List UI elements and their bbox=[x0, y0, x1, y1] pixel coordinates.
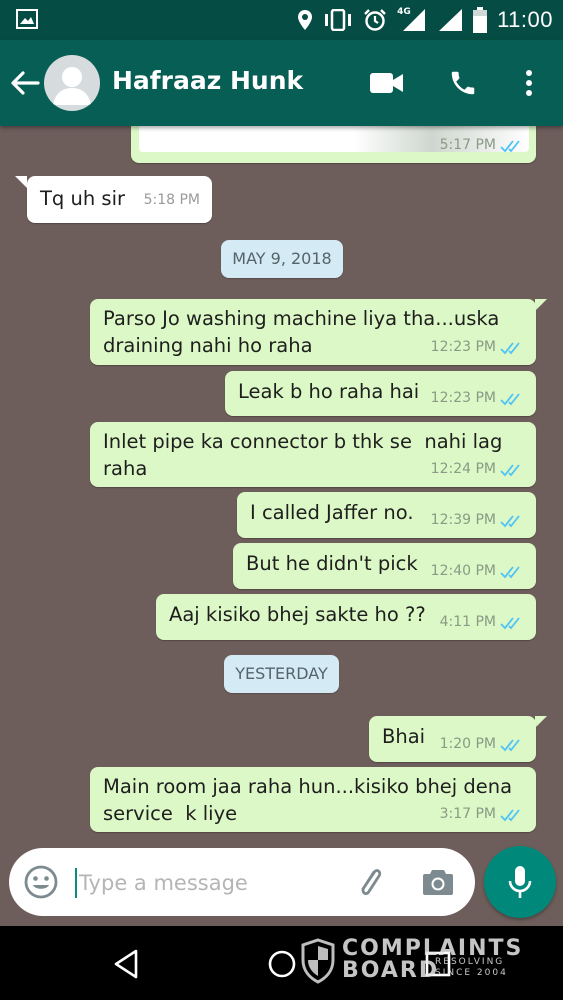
message-meta: 1:20 PM bbox=[440, 731, 524, 758]
message-time: 12:24 PM bbox=[430, 461, 496, 477]
bubble-tail bbox=[15, 176, 27, 188]
message-text: Leak b ho raha hai bbox=[238, 380, 420, 403]
message-time: 5:17 PM bbox=[439, 137, 496, 153]
message-bubble-outgoing[interactable]: Leak b ho raha hai 12:23 PM bbox=[225, 371, 536, 416]
back-arrow-icon[interactable] bbox=[8, 66, 42, 100]
voice-record-button[interactable] bbox=[484, 846, 556, 918]
nav-back-icon[interactable] bbox=[108, 946, 144, 982]
message-list[interactable]: 5:17 PM Tq uh sir 5:18 PM MAY 9, 2018 Pa… bbox=[0, 126, 563, 846]
message-time: 1:20 PM bbox=[439, 736, 496, 752]
message-meta: 5:17 PM bbox=[440, 132, 524, 159]
message-time: 12:39 PM bbox=[430, 512, 496, 528]
nav-home-icon[interactable] bbox=[264, 946, 300, 982]
status-bar: 4G 11:00 bbox=[0, 0, 563, 40]
more-vert-icon bbox=[526, 70, 532, 96]
message-text: Tq uh sir bbox=[40, 187, 125, 210]
clock: 11:00 bbox=[497, 7, 553, 32]
message-time: 5:18 PM bbox=[143, 192, 200, 208]
more-options-button[interactable] bbox=[510, 64, 548, 102]
message-bubble-outgoing[interactable]: 5:17 PM bbox=[131, 126, 536, 163]
date-divider: MAY 9, 2018 bbox=[221, 240, 343, 278]
double-check-icon bbox=[500, 616, 520, 629]
double-check-icon bbox=[500, 514, 520, 527]
message-time: 12:40 PM bbox=[430, 563, 496, 579]
message-bubble-outgoing[interactable]: Aaj kisiko bhej sakte ho ?? 4:11 PM bbox=[156, 594, 536, 640]
double-check-icon bbox=[500, 463, 520, 476]
message-time: 12:23 PM bbox=[430, 339, 496, 355]
vibrate-icon bbox=[325, 9, 352, 31]
message-bubble-outgoing[interactable]: Bhai 1:20 PM bbox=[369, 716, 536, 762]
text-cursor bbox=[75, 868, 77, 898]
message-bubble-outgoing[interactable]: Main room jaa raha hun...kisiko bhej den… bbox=[90, 767, 536, 832]
message-meta: 3:17 PM bbox=[440, 801, 524, 828]
watermark-line2: BOARD bbox=[342, 958, 440, 983]
microphone-icon bbox=[508, 866, 532, 898]
message-input[interactable] bbox=[79, 866, 339, 900]
date-divider: YESTERDAY bbox=[224, 655, 339, 693]
message-bubble-outgoing[interactable]: Parso Jo washing machine liya tha...uska… bbox=[90, 299, 536, 365]
message-text: I called Jaffer no. bbox=[250, 501, 414, 524]
shield-logo-icon bbox=[301, 938, 335, 984]
complaints-board-watermark: COMPLAINTS BOARD RESOLVING SINCE 2004 bbox=[300, 936, 530, 992]
phone-icon bbox=[451, 71, 475, 95]
message-meta: 12:40 PM bbox=[431, 558, 524, 585]
alarm-icon bbox=[364, 9, 386, 31]
video-call-icon bbox=[370, 73, 403, 93]
double-check-icon bbox=[500, 808, 520, 821]
emoji-icon[interactable] bbox=[23, 864, 59, 900]
message-bubble-incoming[interactable]: Tq uh sir 5:18 PM bbox=[27, 176, 212, 223]
message-text: Aaj kisiko bhej sakte ho ?? bbox=[169, 603, 426, 626]
voice-call-button[interactable] bbox=[444, 64, 482, 102]
message-time: 3:17 PM bbox=[439, 806, 496, 822]
double-check-icon bbox=[500, 139, 520, 152]
message-meta: 12:39 PM bbox=[431, 507, 524, 534]
watermark-tagline: RESOLVING SINCE 2004 bbox=[435, 957, 508, 978]
message-composer bbox=[9, 848, 475, 916]
bubble-tail bbox=[535, 299, 547, 311]
signal-icon bbox=[439, 9, 463, 31]
message-meta: 12:23 PM bbox=[431, 334, 524, 361]
message-bubble-outgoing[interactable]: I called Jaffer no. 12:39 PM bbox=[237, 492, 536, 538]
double-check-icon bbox=[500, 392, 520, 405]
attach-icon[interactable] bbox=[353, 865, 387, 899]
double-check-icon bbox=[500, 565, 520, 578]
message-meta: 12:23 PM bbox=[431, 385, 524, 412]
bubble-tail bbox=[535, 716, 547, 728]
signal-icon: 4G bbox=[397, 7, 427, 33]
video-call-button[interactable] bbox=[368, 64, 406, 102]
location-icon bbox=[298, 10, 313, 30]
message-text: But he didn't pick bbox=[246, 552, 418, 575]
message-meta: 5:18 PM bbox=[144, 187, 200, 214]
contact-name[interactable]: Hafraaz Hunk bbox=[112, 66, 303, 95]
message-bubble-outgoing[interactable]: Inlet pipe ka connector b thk se nahi la… bbox=[90, 422, 536, 487]
message-time: 12:23 PM bbox=[430, 390, 496, 406]
message-time: 4:11 PM bbox=[439, 614, 496, 630]
double-check-icon bbox=[500, 341, 520, 354]
message-bubble-outgoing[interactable]: But he didn't pick 12:40 PM bbox=[233, 543, 536, 589]
message-meta: 12:24 PM bbox=[431, 456, 524, 483]
camera-icon[interactable] bbox=[421, 866, 455, 898]
battery-icon bbox=[473, 7, 488, 33]
double-check-icon bbox=[500, 738, 520, 751]
message-meta: 4:11 PM bbox=[440, 609, 524, 636]
avatar-icon bbox=[53, 67, 91, 105]
image-icon bbox=[16, 9, 38, 29]
avatar[interactable] bbox=[44, 55, 100, 111]
message-text: Bhai bbox=[382, 725, 426, 748]
chat-header: Hafraaz Hunk bbox=[0, 40, 563, 126]
